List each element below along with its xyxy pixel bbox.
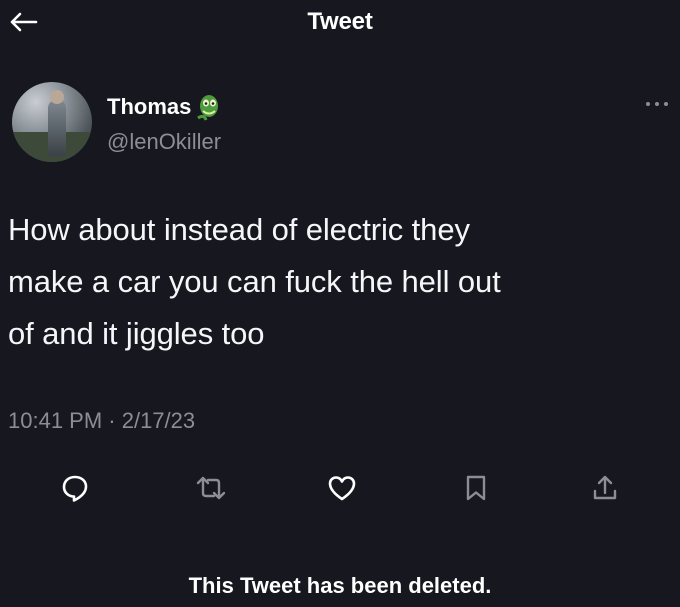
- action-bar: [0, 468, 680, 508]
- share-button[interactable]: [583, 468, 627, 508]
- bookmark-button[interactable]: [454, 468, 498, 508]
- green-creature-emoji-icon: [194, 92, 222, 122]
- retweet-button[interactable]: [189, 468, 233, 508]
- page-title: Tweet: [307, 8, 373, 35]
- author-handle[interactable]: @lenOkiller: [107, 129, 221, 155]
- retweet-icon: [196, 476, 226, 500]
- like-icon: [328, 476, 356, 501]
- tweet-text-line: of and it jiggles too: [8, 316, 265, 351]
- tweet-text: How about instead of electric they make …: [8, 204, 668, 360]
- deleted-notice: This Tweet has been deleted.: [188, 573, 492, 598]
- avatar[interactable]: [12, 82, 92, 162]
- tweet-timestamp[interactable]: 10:41 PM · 2/17/23: [8, 408, 195, 434]
- reply-icon: [62, 475, 88, 502]
- tweet-page: Tweet Thomas @lenOkiller How about inste…: [0, 0, 680, 607]
- ellipsis-icon: [646, 102, 668, 106]
- like-button[interactable]: [320, 468, 364, 508]
- author-name-row: Thomas: [107, 92, 222, 122]
- header: Tweet: [0, 0, 680, 44]
- bookmark-icon: [466, 475, 486, 501]
- share-icon: [593, 475, 617, 500]
- author-name[interactable]: Thomas: [107, 94, 191, 120]
- tweet-text-line: make a car you can fuck the hell out: [8, 264, 501, 299]
- reply-button[interactable]: [53, 468, 97, 508]
- more-options-button[interactable]: [640, 96, 674, 112]
- tweet-text-line: How about instead of electric they: [8, 212, 470, 247]
